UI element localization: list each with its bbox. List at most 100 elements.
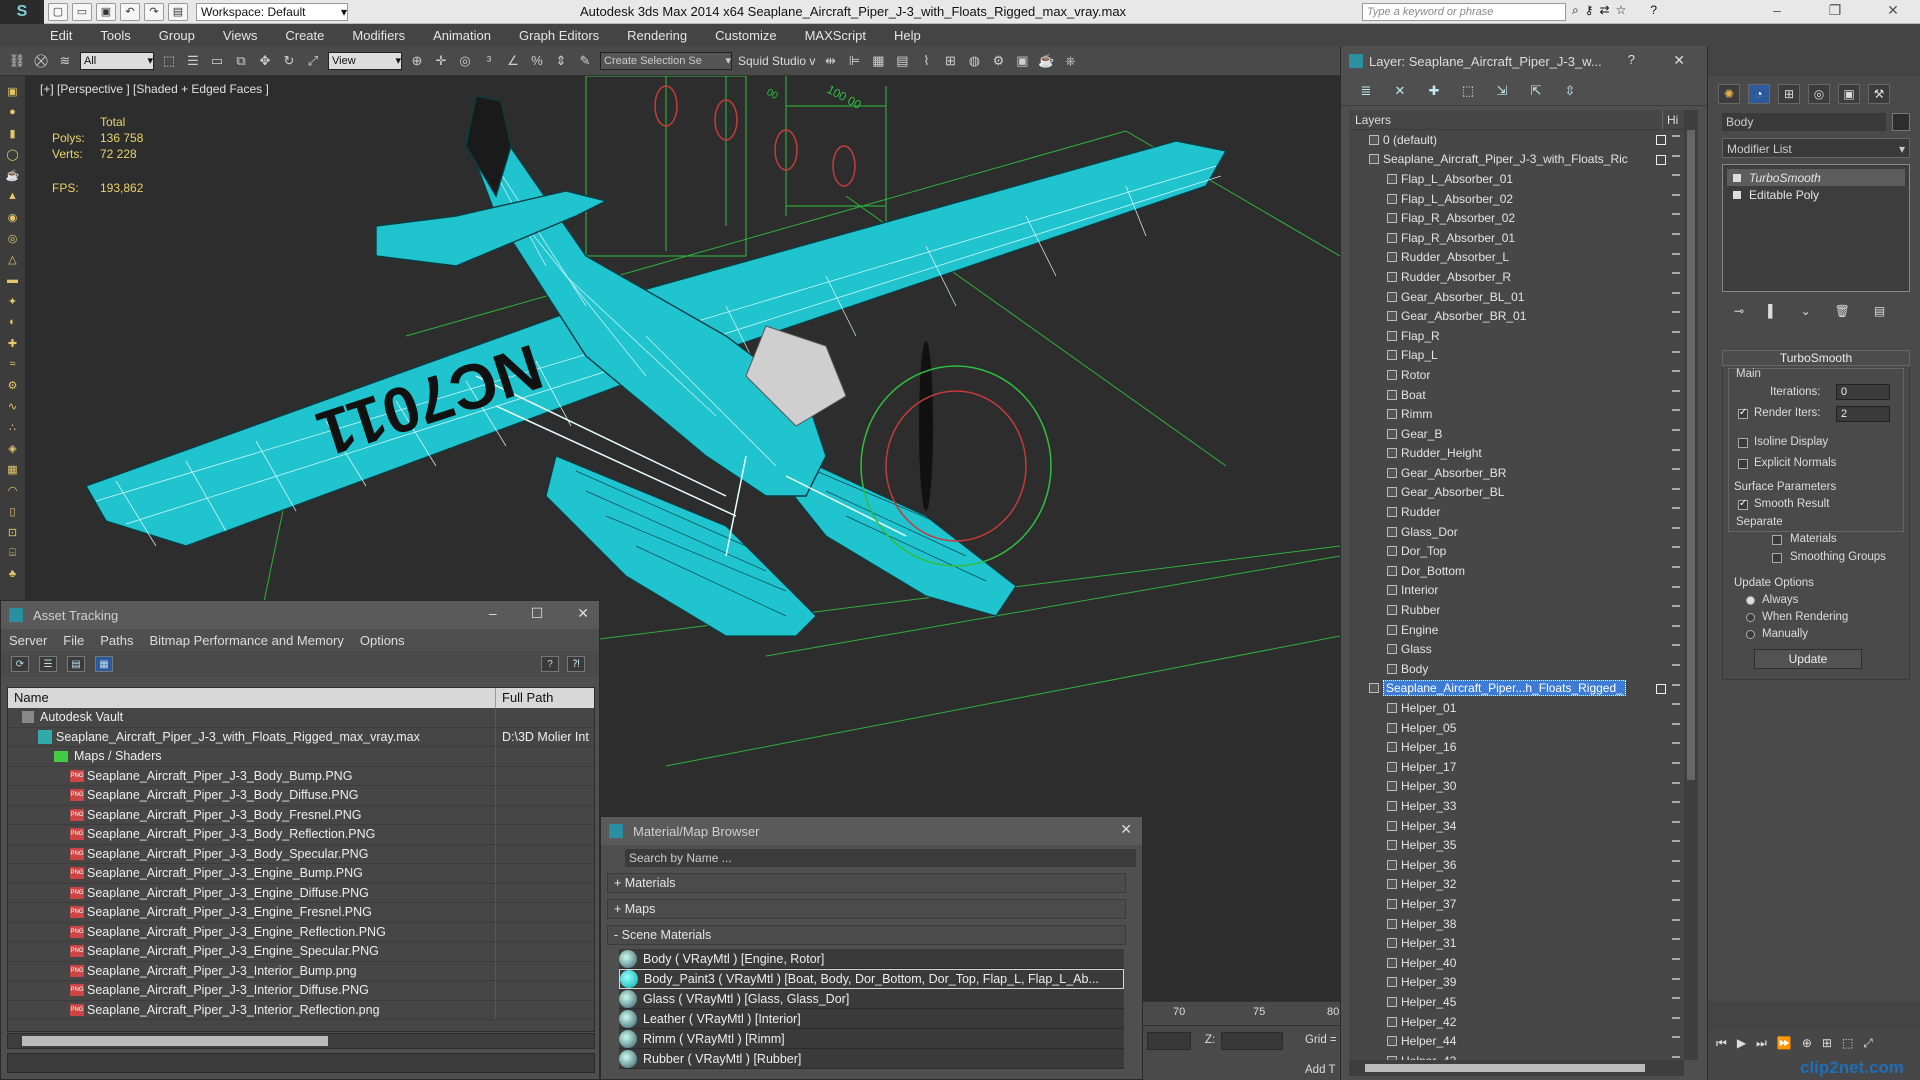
new-file-icon[interactable]: ▢	[48, 2, 68, 21]
hide-toggle[interactable]	[1672, 1055, 1680, 1058]
make-unique-icon[interactable]: ⌄	[1801, 304, 1811, 318]
transform-center-icon[interactable]: ✛	[432, 52, 450, 70]
close-icon[interactable]: ✕	[1673, 52, 1685, 69]
layers-icon[interactable]: ≣	[1357, 83, 1375, 99]
hide-toggle[interactable]	[1672, 330, 1680, 333]
hide-layers-icon[interactable]: ⇳	[1561, 83, 1579, 99]
render-iters-spinner[interactable]: 2	[1836, 406, 1890, 422]
mirror-icon[interactable]: ⇹	[821, 52, 839, 70]
render-iters-checkbox[interactable]	[1738, 407, 1748, 419]
horizontal-scrollbar[interactable]	[7, 1033, 595, 1049]
add-time-tag-label[interactable]: Add T	[1305, 1064, 1335, 1076]
asset-row[interactable]: PNG Seaplane_Aircraft_Piper_J-3_Engine_Fr…	[8, 903, 594, 923]
bind-space-warp-icon[interactable]: ≋	[56, 52, 74, 70]
app-logo-icon[interactable]: S	[0, 0, 44, 24]
menu-modifiers[interactable]: Modifiers	[352, 28, 405, 43]
asset-row[interactable]: Seaplane_Aircraft_Piper_J-3_with_Floats_…	[8, 727, 594, 747]
close-icon[interactable]: ✕	[577, 605, 589, 622]
layer-object-row[interactable]: Helper_16	[1349, 737, 1684, 757]
hide-toggle[interactable]	[1672, 899, 1680, 902]
link-icon[interactable]: ⛓	[8, 52, 26, 70]
snap-3-icon[interactable]: ³	[480, 52, 498, 70]
redo-icon[interactable]: ↷	[144, 2, 164, 21]
layer-object-row[interactable]: Helper_37	[1349, 894, 1684, 914]
select-object-icon[interactable]: ⬚	[160, 52, 178, 70]
column-layers[interactable]: Layers	[1355, 113, 1391, 127]
layer-object-row[interactable]: Flap_R_Absorber_02	[1349, 208, 1684, 228]
menu-help[interactable]: Help	[894, 28, 921, 43]
hide-toggle[interactable]	[1672, 585, 1680, 588]
menu-server[interactable]: Server	[9, 633, 47, 648]
layer-object-row[interactable]: Flap_L_Absorber_02	[1349, 189, 1684, 209]
door-icon[interactable]: ▯	[5, 504, 21, 518]
percent-snap-icon[interactable]: %	[528, 52, 546, 70]
curve-editor-icon[interactable]: ⌇	[917, 52, 935, 70]
scale-icon[interactable]: ⤢	[304, 52, 322, 70]
layer-object-row[interactable]: Helper_38	[1349, 914, 1684, 934]
smooth-result-checkbox[interactable]	[1738, 498, 1748, 510]
graphite-icon[interactable]: ▤	[893, 52, 911, 70]
plane-icon[interactable]: ▬	[5, 273, 21, 287]
hide-toggle[interactable]	[1672, 487, 1680, 490]
helper-icon[interactable]: ✚	[5, 336, 21, 350]
layer-object-row[interactable]: Boat	[1349, 385, 1684, 405]
hide-toggle[interactable]	[1672, 918, 1680, 921]
particles-icon[interactable]: ∴	[5, 420, 21, 434]
refresh-icon[interactable]: ⟳	[11, 656, 29, 672]
undo-icon[interactable]: ↶	[120, 2, 140, 21]
compound-icon[interactable]: ◈	[5, 441, 21, 455]
hide-toggle[interactable]	[1672, 232, 1680, 235]
always-radio[interactable]	[1746, 596, 1755, 605]
configure-sets-icon[interactable]: ▤	[1874, 304, 1885, 318]
hide-toggle[interactable]	[1672, 428, 1680, 431]
menu-rendering[interactable]: Rendering	[627, 28, 687, 43]
column-name[interactable]: Name	[8, 688, 496, 708]
hide-toggle[interactable]	[1672, 409, 1680, 412]
torus-icon[interactable]: ◯	[5, 147, 21, 161]
menu-edit[interactable]: Edit	[50, 28, 72, 43]
layer-object-row[interactable]: Helper_17	[1349, 757, 1684, 777]
hide-toggle[interactable]	[1672, 820, 1680, 823]
exchange-icon[interactable]: ⇄	[1600, 3, 1610, 18]
manipulate-icon[interactable]: ◎	[456, 52, 474, 70]
section-materials[interactable]: + Materials	[607, 873, 1126, 893]
layer-object-row[interactable]: Helper_43	[1349, 1051, 1684, 1060]
menu-views[interactable]: Views	[223, 28, 257, 43]
go-to-start-icon[interactable]: ⏮	[1716, 1036, 1727, 1074]
window-icon[interactable]: ⊡	[5, 525, 21, 539]
remove-modifier-icon[interactable]: 🗑	[1835, 304, 1850, 318]
move-to-layer-icon[interactable]: ⇲	[1493, 83, 1511, 99]
asset-row[interactable]: PNG Seaplane_Aircraft_Piper_J-3_Interior_…	[8, 981, 594, 1001]
context-help-icon[interactable]: ⁈	[567, 656, 585, 672]
layer-object-row[interactable]: Engine	[1349, 620, 1684, 640]
layer-row[interactable]: Seaplane_Aircraft_Piper...h_Floats_Rigge…	[1349, 679, 1684, 699]
teapot-icon[interactable]: ☕	[5, 168, 21, 182]
expand-icon[interactable]	[1733, 190, 1741, 199]
hide-toggle[interactable]	[1672, 742, 1680, 745]
hide-toggle[interactable]	[1672, 566, 1680, 569]
add-layer-icon[interactable]: ✚	[1425, 83, 1443, 99]
asset-row[interactable]: PNG Seaplane_Aircraft_Piper_J-3_Engine_Sp…	[8, 942, 594, 962]
layer-object-row[interactable]: Rudder_Absorber_L	[1349, 248, 1684, 268]
nurbs-icon[interactable]: ◠	[5, 483, 21, 497]
menu-file[interactable]: File	[63, 633, 84, 648]
layer-object-row[interactable]: Dor_Bottom	[1349, 561, 1684, 581]
layer-object-row[interactable]: Rotor	[1349, 365, 1684, 385]
spacewarp-icon[interactable]: ≈	[5, 357, 21, 371]
box-icon[interactable]: ▣	[5, 84, 21, 98]
layer-object-row[interactable]: Helper_33	[1349, 796, 1684, 816]
layer-object-row[interactable]: Gear_Absorber_BL	[1349, 483, 1684, 503]
layer-object-row[interactable]: Gear_Absorber_BL_01	[1349, 287, 1684, 307]
reference-coord-dropdown[interactable]: View ▾	[328, 51, 402, 70]
hierarchy-tab-icon[interactable]: ⊞	[1778, 84, 1800, 104]
current-layer-toggle[interactable]	[1656, 683, 1666, 694]
select-objects-icon[interactable]: ⬚	[1459, 83, 1477, 99]
layer-object-row[interactable]: Helper_30	[1349, 777, 1684, 797]
delete-icon[interactable]: ✕	[1391, 83, 1409, 99]
schematic-view-icon[interactable]: ⊞	[941, 52, 959, 70]
when-rendering-radio[interactable]	[1746, 613, 1755, 622]
z-coordinate-field[interactable]	[1221, 1032, 1283, 1050]
column-hide[interactable]: Hi	[1662, 110, 1684, 130]
close-icon[interactable]: ✕	[1120, 821, 1132, 838]
next-frame-icon[interactable]: ⏭	[1756, 1036, 1767, 1074]
